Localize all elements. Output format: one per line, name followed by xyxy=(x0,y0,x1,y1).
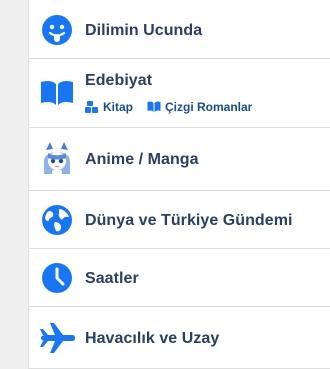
menu-item-dilimin-ucunda[interactable]: Dilimin Ucunda xyxy=(29,0,330,59)
menu-item-edebiyat[interactable]: Edebiyat Kitap Çizgi Romanlar xyxy=(29,59,330,128)
menu-item-havacilik-ve-uzay[interactable]: Havacılık ve Uzay xyxy=(29,307,330,369)
submenu-link-label: Çizgi Romanlar xyxy=(165,100,253,114)
globe-icon xyxy=(39,202,75,238)
left-gutter xyxy=(0,0,29,369)
page: Dilimin Ucunda Edebiyat Kitap Çizgi Roma… xyxy=(0,0,330,369)
anime-character-icon xyxy=(39,141,75,177)
menu-item-label: Anime / Manga xyxy=(85,151,199,168)
menu-item-label: Dilimin Ucunda xyxy=(85,22,203,39)
menu-item-dunya-ve-turkiye-gundemi[interactable]: Dünya ve Türkiye Gündemi xyxy=(29,191,330,249)
open-book-icon xyxy=(39,75,75,111)
menu-item-label: Havacılık ve Uzay xyxy=(85,330,220,347)
menu-item-label: Edebiyat xyxy=(85,72,153,89)
submenu-link-kitap[interactable]: Kitap xyxy=(85,100,133,114)
open-book-small-icon xyxy=(147,100,161,114)
submenu-link-label: Kitap xyxy=(103,100,133,114)
menu-item-label: Saatler xyxy=(85,270,139,287)
airplane-icon xyxy=(39,320,75,356)
menu-item-anime-manga[interactable]: Anime / Manga xyxy=(29,128,330,191)
menu-item-saatler[interactable]: Saatler xyxy=(29,249,330,307)
menu-item-label: Dünya ve Türkiye Gündemi xyxy=(85,212,293,229)
book-stack-icon xyxy=(85,100,99,114)
submenu-link-cizgi-romanlar[interactable]: Çizgi Romanlar xyxy=(147,100,252,114)
category-menu: Dilimin Ucunda Edebiyat Kitap Çizgi Roma… xyxy=(29,0,330,369)
edebiyat-submenu: Kitap Çizgi Romanlar xyxy=(85,100,252,114)
tongue-face-icon xyxy=(39,12,75,48)
clock-icon xyxy=(39,260,75,296)
